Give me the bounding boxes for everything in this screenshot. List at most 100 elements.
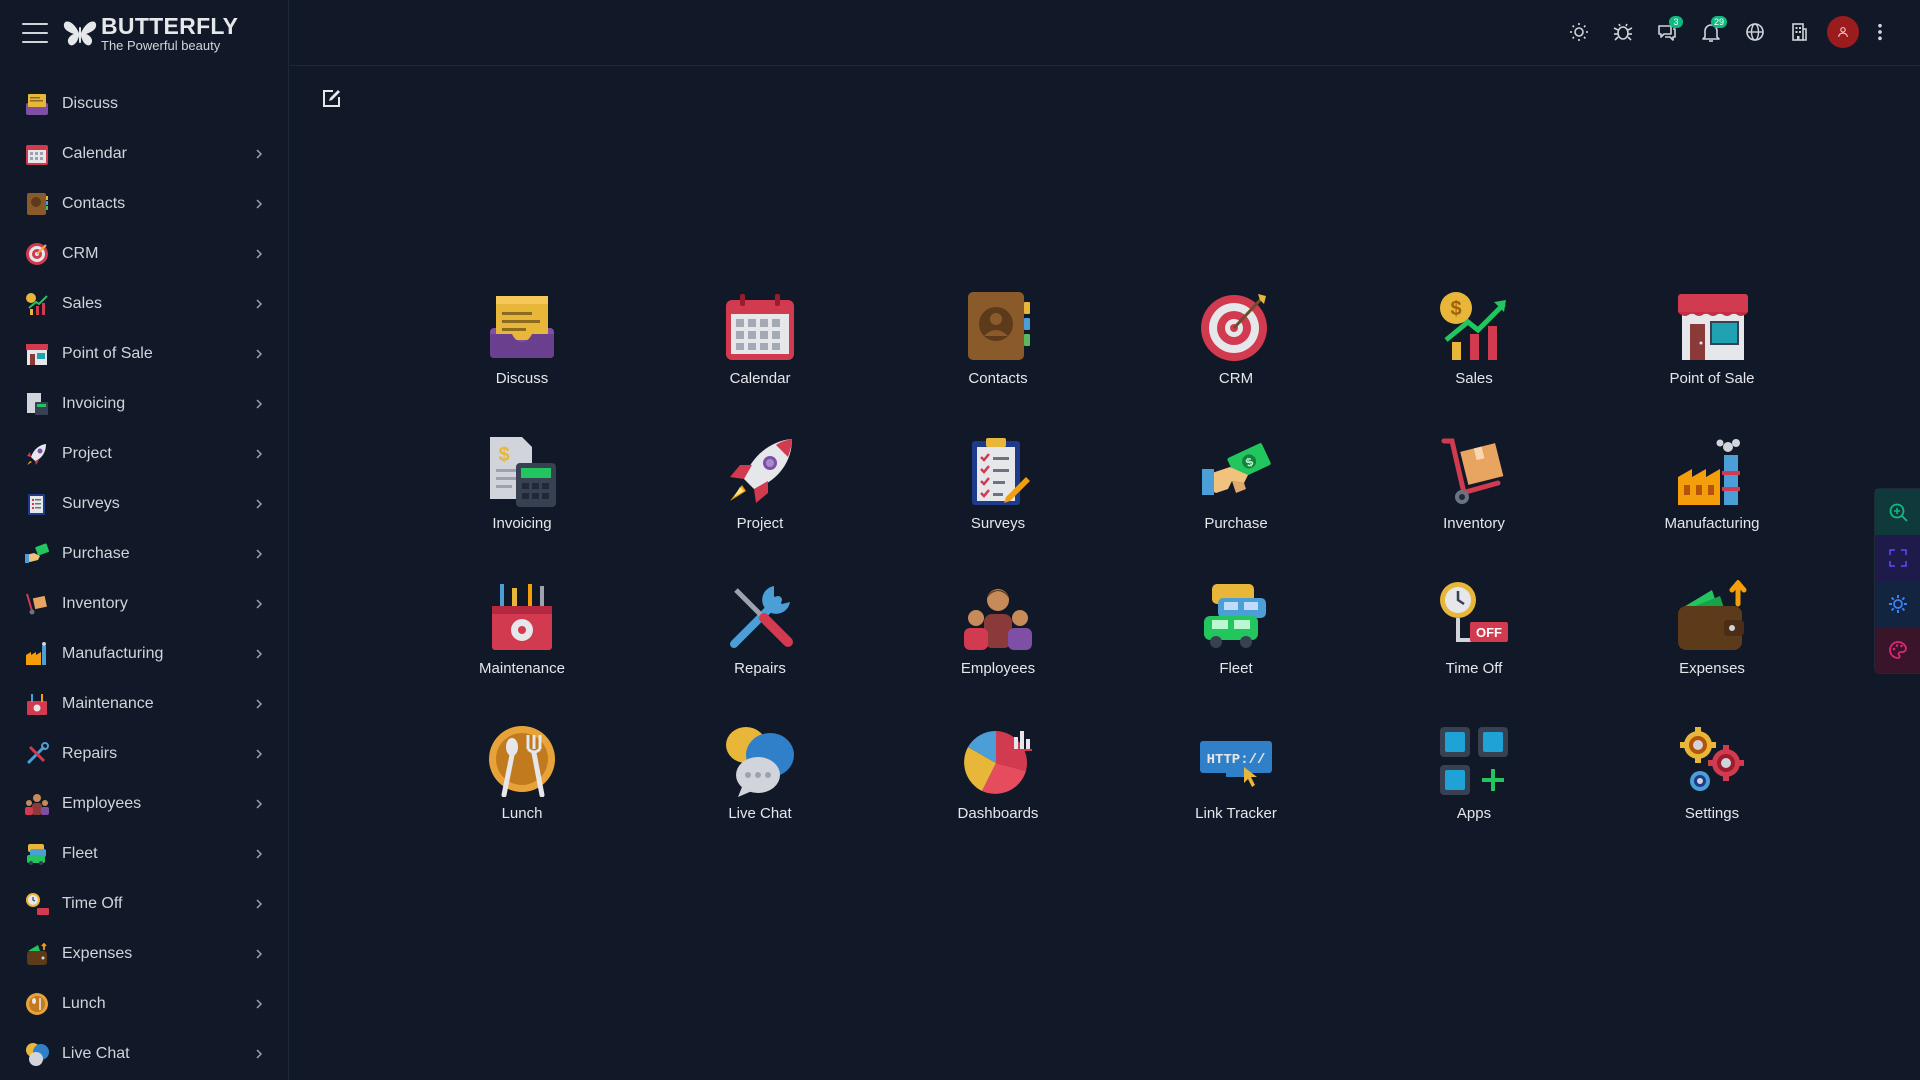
app-label: Settings	[1684, 805, 1740, 822]
time-off-icon: OFF	[1440, 582, 1508, 642]
sidebar-item-inventory[interactable]: Inventory	[0, 579, 288, 629]
brand-bar: BUTTERFLY The Powerful beauty	[0, 0, 288, 66]
user-icon	[1827, 16, 1859, 48]
app-crm[interactable]: CRM	[1117, 290, 1355, 435]
customize-icon[interactable]	[1875, 581, 1920, 627]
app-manufacturing[interactable]: Manufacturing	[1593, 435, 1831, 580]
sidebar-item-maintenance[interactable]: Maintenance	[0, 679, 288, 729]
app-dashboards[interactable]: Dashboards	[879, 725, 1117, 870]
chevron-right-icon	[256, 749, 263, 759]
lunch-icon	[26, 993, 48, 1015]
sales-icon: $	[1440, 292, 1506, 360]
sidebar-item-discuss[interactable]: Discuss	[0, 79, 288, 129]
sidebar-item-label: Live Chat	[62, 1045, 130, 1062]
app-settings[interactable]: Settings	[1593, 725, 1831, 870]
app-purchase[interactable]: $ Purchase	[1117, 435, 1355, 580]
app-repairs[interactable]: Repairs	[641, 580, 879, 725]
user-avatar[interactable]	[1826, 15, 1860, 49]
sidebar-item-lunch[interactable]: Lunch	[0, 979, 288, 1029]
manufacturing-icon	[26, 642, 46, 665]
sidebar-item-surveys[interactable]: Surveys	[0, 479, 288, 529]
app-label: Purchase	[1204, 515, 1268, 532]
hamburger-menu-icon[interactable]	[22, 23, 48, 43]
sidebar: BUTTERFLY The Powerful beauty Discuss Ca…	[0, 0, 289, 1080]
sidebar-item-calendar[interactable]: Calendar	[0, 129, 288, 179]
app-time-off[interactable]: OFF Time Off	[1355, 580, 1593, 725]
app-calendar[interactable]: Calendar	[641, 290, 879, 435]
app-expenses[interactable]: Expenses	[1593, 580, 1831, 725]
sidebar-item-time-off[interactable]: Time Off	[0, 879, 288, 929]
app-label: Lunch	[501, 805, 543, 822]
app-sales[interactable]: $ Sales	[1355, 290, 1593, 435]
chevron-right-icon	[256, 249, 263, 259]
sidebar-item-label: Maintenance	[62, 695, 154, 712]
chevron-right-icon	[256, 399, 263, 409]
app-fleet[interactable]: Fleet	[1117, 580, 1355, 725]
side-tools	[1874, 488, 1920, 674]
app-label: Contacts	[968, 370, 1028, 387]
sidebar-item-manufacturing[interactable]: Manufacturing	[0, 629, 288, 679]
app-invoicing[interactable]: $ Invoicing	[403, 435, 641, 580]
app-label: Apps	[1456, 805, 1492, 822]
expenses-icon	[27, 942, 47, 965]
app-surveys[interactable]: Surveys	[879, 435, 1117, 580]
app-link-tracker[interactable]: HTTP:// Link Tracker	[1117, 725, 1355, 870]
calendar-icon	[726, 294, 794, 360]
sidebar-item-label: Sales	[62, 295, 103, 312]
sidebar-item-label: CRM	[62, 245, 99, 262]
theme-palette-icon[interactable]	[1875, 627, 1920, 673]
app-discuss[interactable]: Discuss	[403, 290, 641, 435]
sidebar-item-crm[interactable]: CRM	[0, 229, 288, 279]
app-live-chat[interactable]: Live Chat	[641, 725, 879, 870]
svg-text:$: $	[498, 444, 509, 466]
more-menu-icon[interactable]	[1870, 15, 1890, 49]
sidebar-item-employees[interactable]: Employees	[0, 779, 288, 829]
app-lunch[interactable]: Lunch	[403, 725, 641, 870]
app-project[interactable]: Project	[641, 435, 879, 580]
app-point-of-sale[interactable]: Point of Sale	[1593, 290, 1831, 435]
app-employees[interactable]: Employees	[879, 580, 1117, 725]
edit-icon[interactable]	[320, 88, 342, 110]
sidebar-item-sales[interactable]: Sales	[0, 279, 288, 329]
brand-subtitle: The Powerful beauty	[101, 37, 221, 53]
sidebar-item-label: Project	[62, 445, 112, 462]
notifications-icon[interactable]: 29	[1694, 15, 1728, 49]
sidebar-item-invoicing[interactable]: Invoicing	[0, 379, 288, 429]
app-label: Manufacturing	[1664, 515, 1760, 532]
chevron-right-icon	[256, 599, 263, 609]
contacts-icon	[968, 292, 1030, 360]
theme-toggle-icon[interactable]	[1562, 15, 1596, 49]
chevron-right-icon	[256, 699, 263, 709]
invoicing-icon	[27, 393, 48, 415]
sidebar-item-fleet[interactable]: Fleet	[0, 829, 288, 879]
sidebar-nav: Discuss Calendar Contacts CRM Sales Poin…	[0, 79, 288, 1079]
butterfly-logo-icon	[63, 21, 97, 46]
messages-icon[interactable]: 3	[1650, 15, 1684, 49]
sidebar-item-contacts[interactable]: Contacts	[0, 179, 288, 229]
chevron-right-icon	[256, 349, 263, 359]
sidebar-item-label: Time Off	[62, 895, 123, 912]
link-tracker-icon: HTTP://	[1200, 741, 1272, 787]
debug-icon[interactable]	[1606, 15, 1640, 49]
app-contacts[interactable]: Contacts	[879, 290, 1117, 435]
chevron-right-icon	[256, 1049, 263, 1059]
sidebar-item-point-of-sale[interactable]: Point of Sale	[0, 329, 288, 379]
sidebar-item-expenses[interactable]: Expenses	[0, 929, 288, 979]
app-label: Live Chat	[728, 805, 792, 822]
employees-icon	[25, 794, 49, 815]
sidebar-item-repairs[interactable]: Repairs	[0, 729, 288, 779]
company-icon[interactable]	[1782, 15, 1816, 49]
app-label: Time Off	[1445, 660, 1503, 677]
fullscreen-icon[interactable]	[1875, 535, 1920, 581]
app-inventory[interactable]: Inventory	[1355, 435, 1593, 580]
app-apps[interactable]: Apps	[1355, 725, 1593, 870]
dashboards-icon	[964, 730, 1032, 794]
language-icon[interactable]	[1738, 15, 1772, 49]
sidebar-item-project[interactable]: Project	[0, 429, 288, 479]
sidebar-item-purchase[interactable]: Purchase	[0, 529, 288, 579]
zoom-in-icon[interactable]	[1875, 489, 1920, 535]
sidebar-item-live-chat[interactable]: Live Chat	[0, 1029, 288, 1079]
logo[interactable]: BUTTERFLY The Powerful beauty	[62, 14, 238, 53]
sales-icon	[26, 293, 48, 315]
app-maintenance[interactable]: Maintenance	[403, 580, 641, 725]
